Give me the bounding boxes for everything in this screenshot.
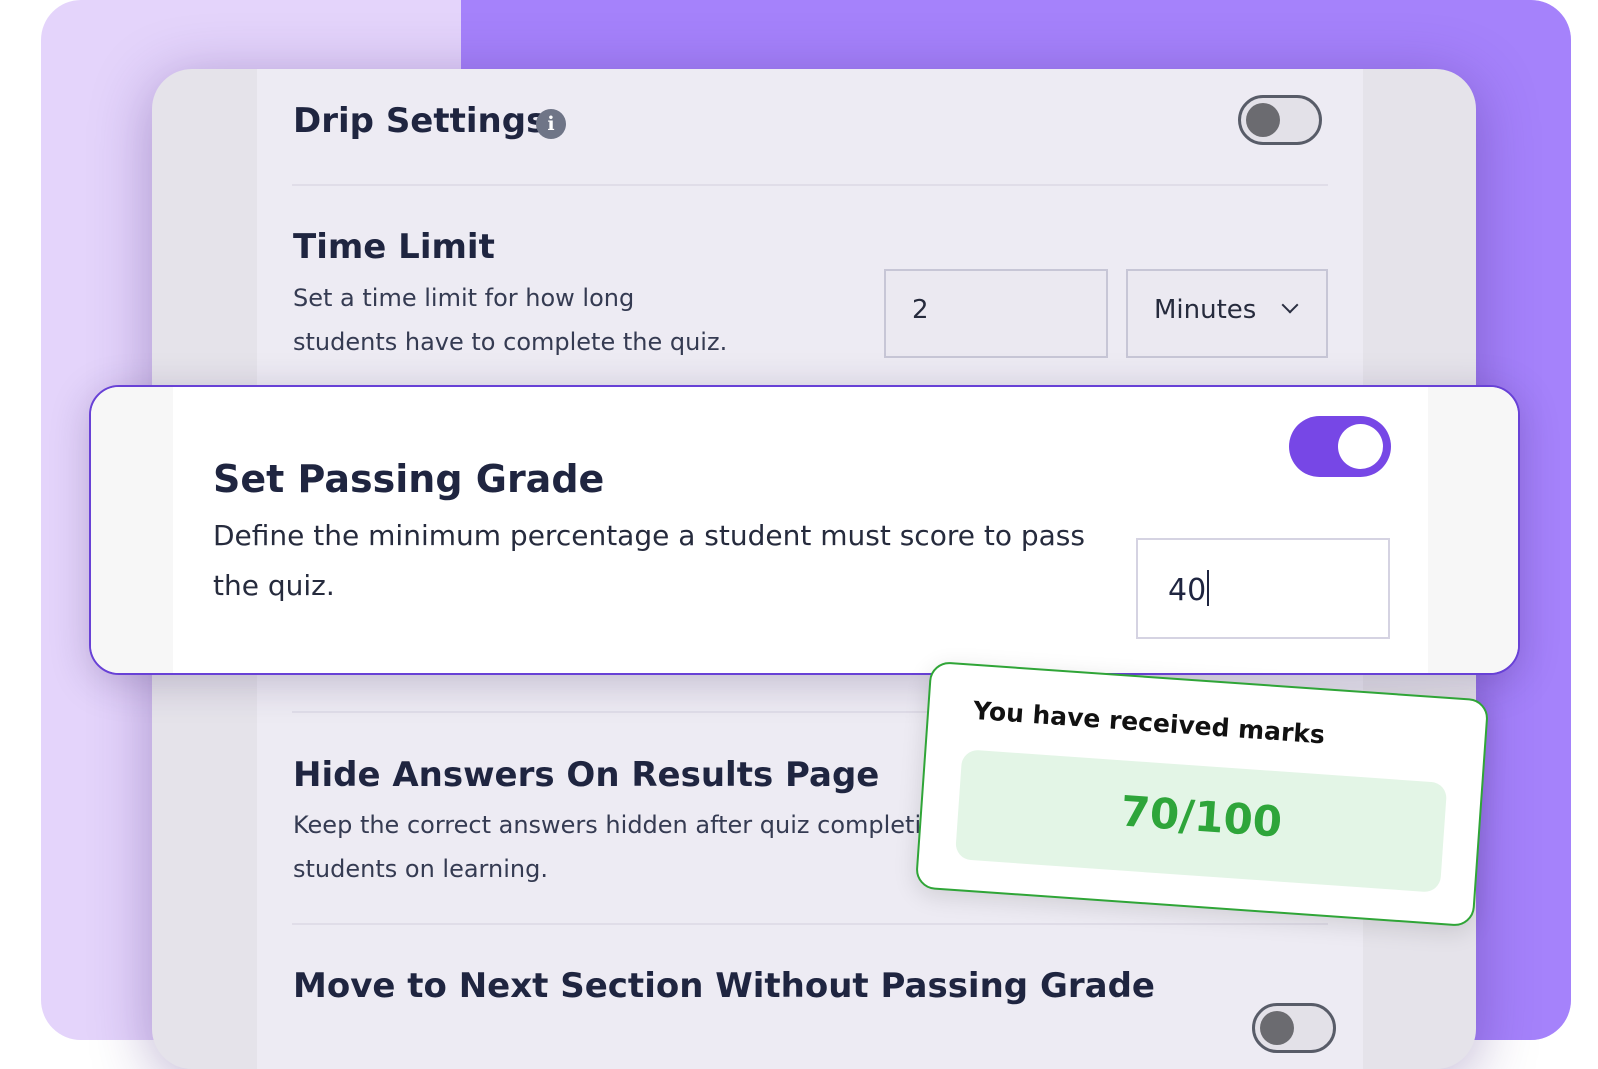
toggle-knob <box>1338 424 1383 469</box>
next-section-toggle[interactable] <box>1252 1003 1336 1053</box>
marks-result-card: You have received marks 70/100 <box>914 660 1490 928</box>
passing-grade-input[interactable]: 40 <box>1136 538 1390 639</box>
score-value: 70/100 <box>1119 786 1284 847</box>
hide-answers-title: Hide Answers On Results Page <box>293 755 880 795</box>
time-unit-value: Minutes <box>1154 295 1257 325</box>
card-left-margin <box>91 387 173 673</box>
drip-settings-toggle[interactable] <box>1238 95 1322 145</box>
marks-label: You have received marks <box>972 695 1326 750</box>
time-limit-input[interactable]: 2 <box>884 269 1108 358</box>
passing-grade-card: Set Passing Grade Define the minimum per… <box>89 385 1520 675</box>
info-icon[interactable]: i <box>536 109 566 139</box>
toggle-knob <box>1246 103 1280 137</box>
chevron-down-icon <box>1281 296 1299 314</box>
next-section-title: Move to Next Section Without Passing Gra… <box>293 966 1155 1006</box>
card-right-margin <box>1428 387 1518 673</box>
passing-grade-toggle[interactable] <box>1289 416 1391 477</box>
time-limit-value: 2 <box>912 295 929 325</box>
time-limit-title: Time Limit <box>293 227 495 267</box>
divider <box>292 184 1328 186</box>
text-caret <box>1207 570 1210 606</box>
time-unit-select[interactable]: Minutes <box>1126 269 1328 358</box>
time-limit-description: Set a time limit for how long students h… <box>293 284 728 356</box>
passing-grade-value: 40 <box>1168 573 1207 608</box>
drip-settings-title: Drip Settings <box>293 101 547 141</box>
score-box: 70/100 <box>954 749 1448 893</box>
passing-grade-description: Define the minimum percentage a student … <box>213 519 1085 602</box>
divider <box>292 923 1328 925</box>
passing-grade-title: Set Passing Grade <box>213 457 605 501</box>
passing-grade-value-wrap: 40 <box>1168 570 1210 608</box>
